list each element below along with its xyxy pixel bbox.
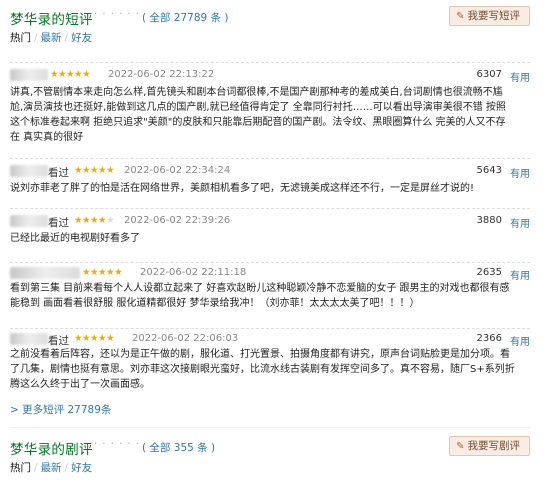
vote-count: 5643: [476, 165, 502, 176]
tab-latest[interactable]: 最新: [41, 462, 62, 474]
rating-stars: ★★★★★: [74, 333, 115, 344]
tab-separator: /: [34, 32, 38, 44]
review-item: 看过 ★★★★★ 2022-06-02 22:39:26 3880 有用 已经比…: [10, 208, 530, 257]
write-long-review-button[interactable]: ✎ 我要写剧评: [449, 436, 530, 456]
vote-count: 2635: [476, 267, 502, 278]
long-review-section: 梦华录的剧评 · · · · · · ( 全部 355 条 ) ✎ 我要写剧评 热…: [10, 436, 530, 476]
rating-stars: ★★★★★: [82, 267, 123, 278]
header-dots: · · · · · ·: [94, 439, 140, 450]
review-text: 讲真,不管剧情本来走向怎么样,首先镜头和剧本台词都很棒,不是国产剧那种考的差成美…: [10, 87, 506, 143]
blurred-username[interactable]: [10, 267, 80, 279]
tab-friends[interactable]: 好友: [71, 32, 92, 44]
tab-hot[interactable]: 热门: [10, 462, 31, 474]
long-review-tabs: 热门 / 最新 / 好友: [10, 460, 530, 476]
watched-status: 看过: [48, 167, 69, 179]
blurred-username[interactable]: [10, 69, 48, 81]
short-review-count-link[interactable]: ( 全部 27789 条 ): [142, 10, 228, 25]
review-item: 看过 ★★★★★ 2022-06-02 22:34:24 5643 有用 说刘亦…: [10, 158, 530, 203]
short-review-title[interactable]: 梦华录的短评: [10, 8, 93, 28]
useful-button[interactable]: 有用: [510, 165, 530, 180]
write-short-review-button[interactable]: ✎ 我要写短评: [449, 6, 530, 26]
watched-status: 看过: [48, 217, 69, 229]
blurred-username[interactable]: [10, 215, 48, 227]
review-time: 2022-06-02 22:06:03: [132, 333, 239, 344]
review-time: 2022-06-02 22:11:18: [140, 267, 247, 278]
tab-separator: /: [64, 32, 69, 44]
short-review-tabs: 热门 / 最新 / 好友: [10, 30, 530, 46]
review-item: ★★★★★ 2022-06-02 22:11:18 2635 有用 看到第三集 …: [10, 262, 530, 325]
review-time: 2022-06-02 22:13:22: [108, 69, 215, 80]
pencil-icon: ✎: [456, 11, 465, 22]
write-short-review-label: 我要写短评: [467, 10, 521, 22]
short-review-header: 梦华录的短评 · · · · · · ( 全部 27789 条 ) ✎ 我要写短评: [10, 6, 530, 28]
rating-stars: ★★★★★: [74, 165, 115, 176]
blurred-username[interactable]: [10, 333, 48, 345]
vote-count: 6307: [476, 69, 502, 80]
vote-count: 2366: [476, 333, 502, 344]
rating-stars: ★★★★★: [74, 215, 115, 226]
watched-status: 看过: [48, 335, 69, 347]
review-item: 看过 ★★★★★ 2022-06-02 22:06:03 2366 有用 之前没…: [10, 328, 530, 399]
long-review-header: 梦华录的剧评 · · · · · · ( 全部 355 条 ) ✎ 我要写剧评: [10, 436, 530, 458]
long-review-title[interactable]: 梦华录的剧评: [10, 438, 93, 458]
rating-stars: ★★★★★: [50, 69, 91, 80]
useful-button[interactable]: 有用: [510, 215, 530, 230]
tab-hot[interactable]: 热门: [10, 32, 31, 44]
pencil-icon: ✎: [456, 441, 465, 452]
blurred-username[interactable]: [10, 165, 48, 177]
review-time: 2022-06-02 22:39:26: [124, 215, 231, 226]
review-text: 之前没看着后阵容，还以为是正午做的剧，服化道、打光置景、拍摄角度都有讲究，原声台…: [10, 349, 515, 390]
review-text: 看到第三集 目前来看每个人人设都立起来了 好喜欢赵盼儿这种聪颖冷静不恋爱脑的女子…: [10, 283, 510, 309]
more-short-reviews-link[interactable]: > 更多短评 27789条: [10, 402, 111, 417]
review-item: ★★★★★ 2022-06-02 22:13:22 6307 有用 讲真,不管剧…: [10, 62, 530, 155]
short-review-section: 梦华录的短评 · · · · · · ( 全部 27789 条 ) ✎ 我要写短评…: [10, 6, 530, 46]
header-dots: · · · · · ·: [94, 9, 140, 20]
review-text: 已经比最近的电视剧好看多了: [10, 233, 140, 244]
review-text: 说刘亦菲老了胖了的怕是活在网络世界，美颜相机看多了吧，无滤镜美成这样还不行，一定…: [10, 183, 475, 194]
useful-button[interactable]: 有用: [510, 69, 530, 84]
review-time: 2022-06-02 22:34:24: [124, 165, 231, 176]
tab-separator: /: [64, 462, 69, 474]
useful-button[interactable]: 有用: [510, 267, 530, 282]
vote-count: 3880: [476, 215, 502, 226]
section-divider: [10, 427, 530, 428]
write-long-review-label: 我要写剧评: [467, 440, 521, 452]
tab-separator: /: [34, 462, 38, 474]
tab-friends[interactable]: 好友: [71, 462, 92, 474]
long-review-count-link[interactable]: ( 全部 355 条 ): [142, 440, 215, 455]
useful-button[interactable]: 有用: [510, 333, 530, 348]
tab-latest[interactable]: 最新: [41, 32, 62, 44]
